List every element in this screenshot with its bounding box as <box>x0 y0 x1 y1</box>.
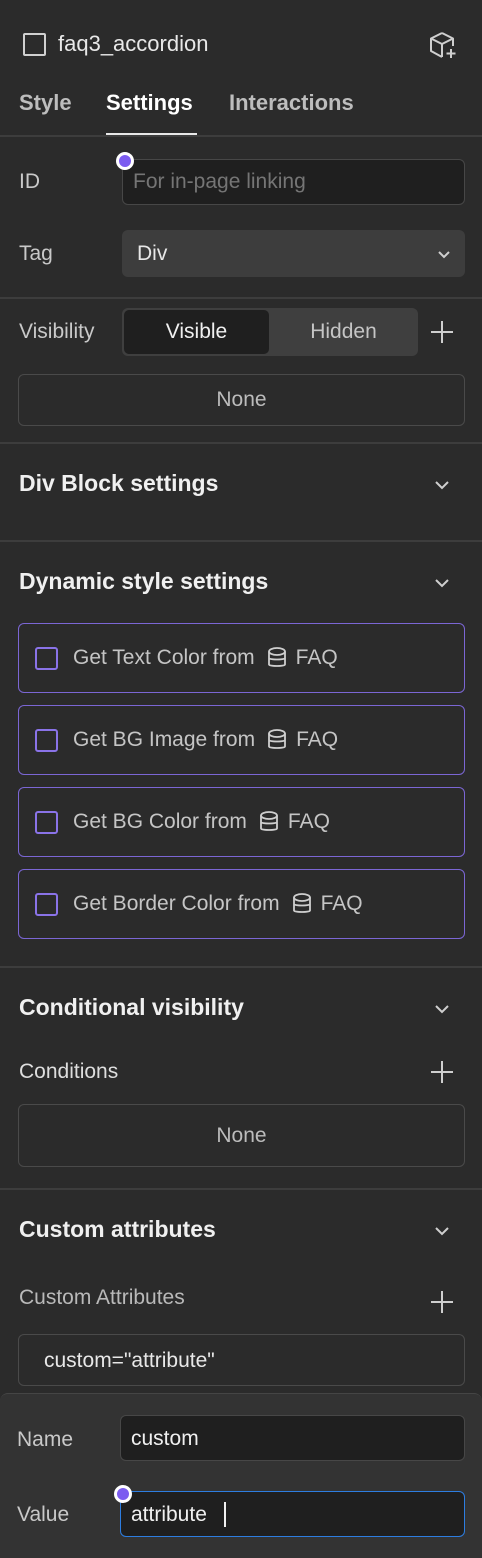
chevron-down-icon <box>438 251 450 259</box>
dynamic-option-label: Get Border Color from <box>73 892 280 915</box>
element-checkbox[interactable] <box>23 33 46 56</box>
divider <box>0 297 482 299</box>
attribute-value-text: attribute <box>131 1503 207 1526</box>
attribute-name-input[interactable]: custom <box>120 1415 465 1461</box>
conditions-summary-box[interactable]: None <box>18 1104 465 1167</box>
visibility-label: Visibility <box>19 320 95 343</box>
database-icon <box>292 893 311 913</box>
database-icon <box>267 647 286 667</box>
visibility-visible-label: Visible <box>165 320 228 343</box>
chevron-down-icon[interactable] <box>431 572 453 594</box>
chevron-down-icon[interactable] <box>431 474 453 496</box>
visibility-summary-box[interactable]: None <box>18 374 465 426</box>
add-attribute-icon[interactable] <box>429 1289 455 1315</box>
dynamic-option-source: FAQ <box>320 892 363 915</box>
dynamic-option-label: Get Text Color from <box>73 646 255 669</box>
text-cursor <box>224 1502 226 1527</box>
custom-attributes-heading[interactable]: Custom attributes <box>19 1216 216 1243</box>
divider <box>0 966 482 968</box>
attribute-item-text: custom="attribute" <box>44 1349 215 1372</box>
attribute-list-item[interactable]: custom="attribute" <box>18 1334 465 1386</box>
attribute-value-label: Value <box>17 1503 70 1526</box>
box-plus-icon[interactable] <box>428 30 458 60</box>
database-icon <box>268 729 286 749</box>
dynamic-bg-image-option[interactable]: Get BG Image from FAQ <box>18 705 465 775</box>
visibility-toggle: Visible Hidden <box>122 308 418 356</box>
attribute-name-value: custom <box>131 1427 199 1450</box>
chevron-down-icon[interactable] <box>431 998 453 1020</box>
visibility-hidden-option[interactable]: Hidden <box>271 310 416 354</box>
tab-style[interactable]: Style <box>19 90 72 116</box>
database-icon <box>259 811 278 831</box>
dynamic-option-label: Get BG Color from <box>73 810 247 833</box>
attribute-editor-popover: Name custom Value attribute <box>0 1393 482 1558</box>
dynamic-bg-color-option[interactable]: Get BG Color from FAQ <box>18 787 465 857</box>
binding-indicator-dot <box>116 152 134 170</box>
attribute-name-label: Name <box>17 1428 74 1451</box>
tabs-divider <box>0 135 482 137</box>
tag-label: Tag <box>19 242 53 265</box>
dynamic-text-color-option[interactable]: Get Text Color from FAQ <box>18 623 465 693</box>
tag-select[interactable]: Div <box>122 230 465 277</box>
id-input[interactable] <box>122 159 465 205</box>
dynamic-option-source: FAQ <box>296 728 339 751</box>
custom-attributes-list-label: Custom Attributes <box>19 1286 185 1309</box>
div-block-settings-heading[interactable]: Div Block settings <box>19 470 218 497</box>
dynamic-border-color-option[interactable]: Get Border Color from FAQ <box>18 869 465 939</box>
divider <box>0 540 482 542</box>
id-label: ID <box>19 170 40 193</box>
tag-select-value: Div <box>137 242 168 265</box>
checkbox[interactable] <box>35 646 58 670</box>
conditions-summary-text: None <box>216 1123 267 1147</box>
tab-interactions[interactable]: Interactions <box>229 90 354 116</box>
tab-settings[interactable]: Settings <box>106 90 193 116</box>
checkbox[interactable] <box>35 892 58 916</box>
checkbox[interactable] <box>35 810 58 834</box>
dynamic-style-heading[interactable]: Dynamic style settings <box>19 568 268 595</box>
conditional-visibility-heading[interactable]: Conditional visibility <box>19 994 244 1021</box>
divider <box>0 1188 482 1190</box>
visibility-visible-option[interactable]: Visible <box>124 310 269 354</box>
visibility-hidden-label: Hidden <box>310 320 377 343</box>
checkbox[interactable] <box>35 728 58 752</box>
conditions-label: Conditions <box>19 1060 119 1083</box>
dynamic-option-source: FAQ <box>295 646 338 669</box>
chevron-down-icon[interactable] <box>431 1220 453 1242</box>
add-condition-icon[interactable] <box>429 1059 455 1085</box>
attribute-value-input[interactable]: attribute <box>120 1491 465 1537</box>
binding-indicator-dot <box>114 1485 132 1503</box>
divider <box>0 442 482 444</box>
add-visibility-icon[interactable] <box>429 319 455 345</box>
dynamic-option-label: Get BG Image from <box>73 728 256 751</box>
element-name: faq3_accordion <box>58 31 209 56</box>
dynamic-option-source: FAQ <box>287 810 330 833</box>
visibility-summary-text: None <box>216 388 267 411</box>
